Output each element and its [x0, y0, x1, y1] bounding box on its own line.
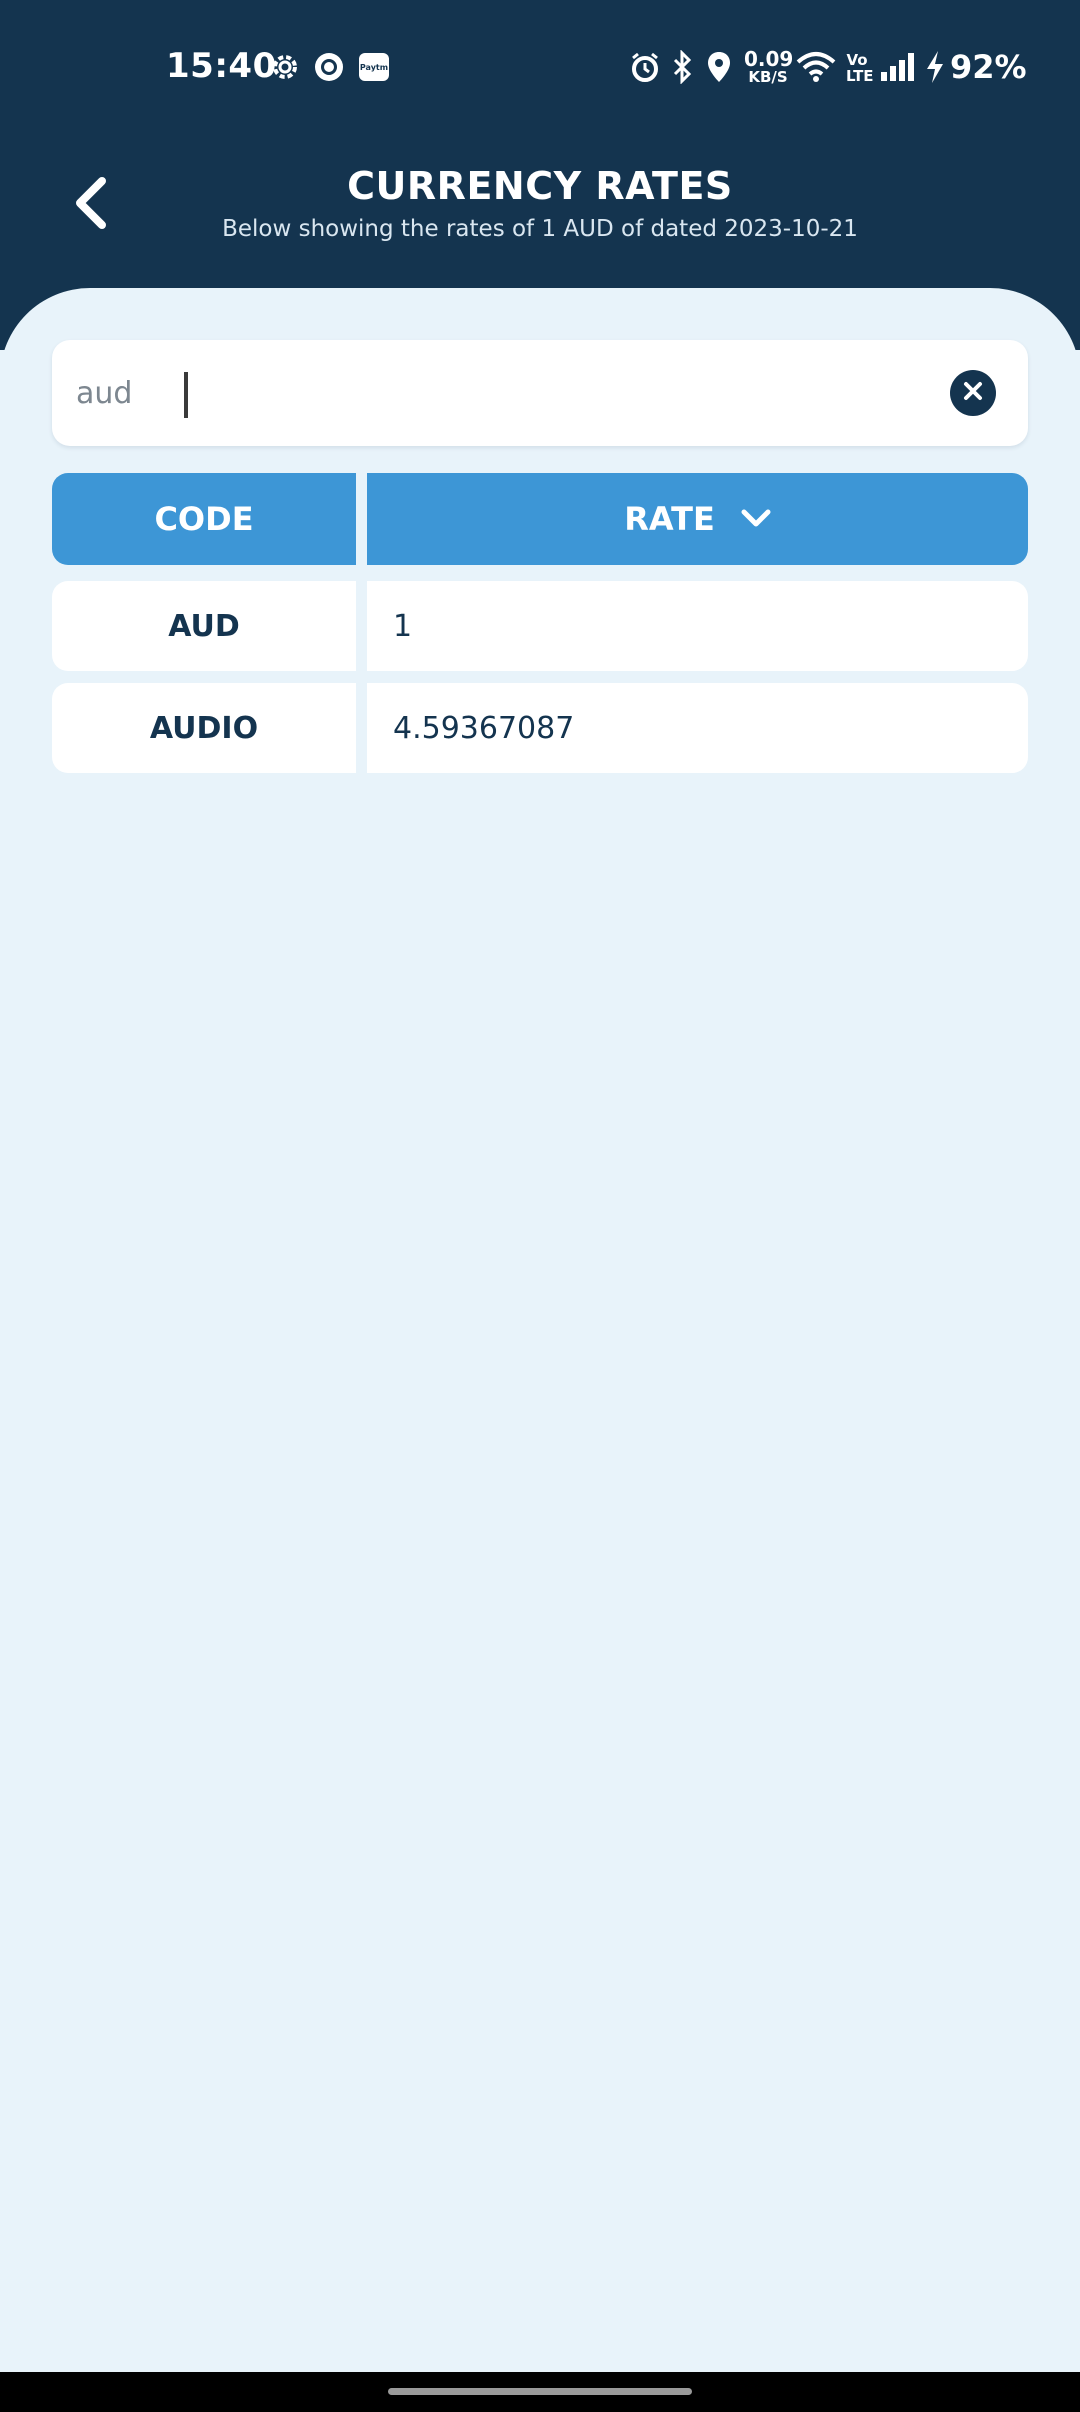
currency-rate: 4.59367087: [393, 710, 575, 746]
close-icon: [961, 379, 985, 407]
status-bar: 15:40 Paytm 0.09 KB/S Vo LTE 92%: [0, 0, 1080, 140]
column-header-code[interactable]: CODE: [52, 473, 356, 565]
charging-icon: [924, 50, 946, 88]
battery-level: 92%: [950, 48, 1027, 86]
location-icon: [704, 50, 734, 88]
chevron-down-icon: [741, 509, 771, 529]
clear-search-button[interactable]: [950, 370, 996, 416]
column-header-code-label: CODE: [154, 500, 254, 538]
volte-line2: LTE: [846, 67, 874, 85]
column-header-rate[interactable]: RATE: [367, 473, 1028, 565]
currency-code: AUDIO: [149, 710, 259, 746]
net-speed-unit: KB/S: [748, 68, 788, 86]
status-time: 15:40: [166, 46, 277, 86]
currency-code: AUD: [168, 608, 240, 644]
signal-icon: [880, 50, 916, 88]
alarm-icon: [628, 50, 662, 88]
search-box: [52, 340, 1028, 446]
column-header-rate-label: RATE: [624, 500, 715, 538]
currency-rate: 1: [393, 608, 413, 644]
page-subtitle: Below showing the rates of 1 AUD of date…: [222, 216, 858, 242]
text-caret: [184, 372, 188, 418]
table-row-rate-cell[interactable]: 1: [367, 581, 1028, 671]
table-row-code-cell[interactable]: AUDIO: [52, 683, 356, 773]
search-input[interactable]: [76, 362, 916, 424]
paytm-icon: Paytm: [357, 50, 391, 88]
volte-indicator: Vo LTE: [846, 52, 874, 84]
gear-icon: [268, 50, 302, 88]
table-row-rate-cell[interactable]: 4.59367087: [367, 683, 1028, 773]
system-nav-bar: [0, 2372, 1080, 2412]
net-speed-indicator: 0.09 KB/S: [744, 49, 793, 86]
home-indicator[interactable]: [388, 2388, 692, 2395]
bluetooth-icon: [668, 49, 696, 88]
paytm-label: Paytm: [360, 63, 388, 72]
page-title: CURRENCY RATES: [347, 164, 733, 208]
wifi-icon: [796, 50, 836, 88]
circle-app-icon: [312, 50, 346, 88]
table-row-code-cell[interactable]: AUD: [52, 581, 356, 671]
